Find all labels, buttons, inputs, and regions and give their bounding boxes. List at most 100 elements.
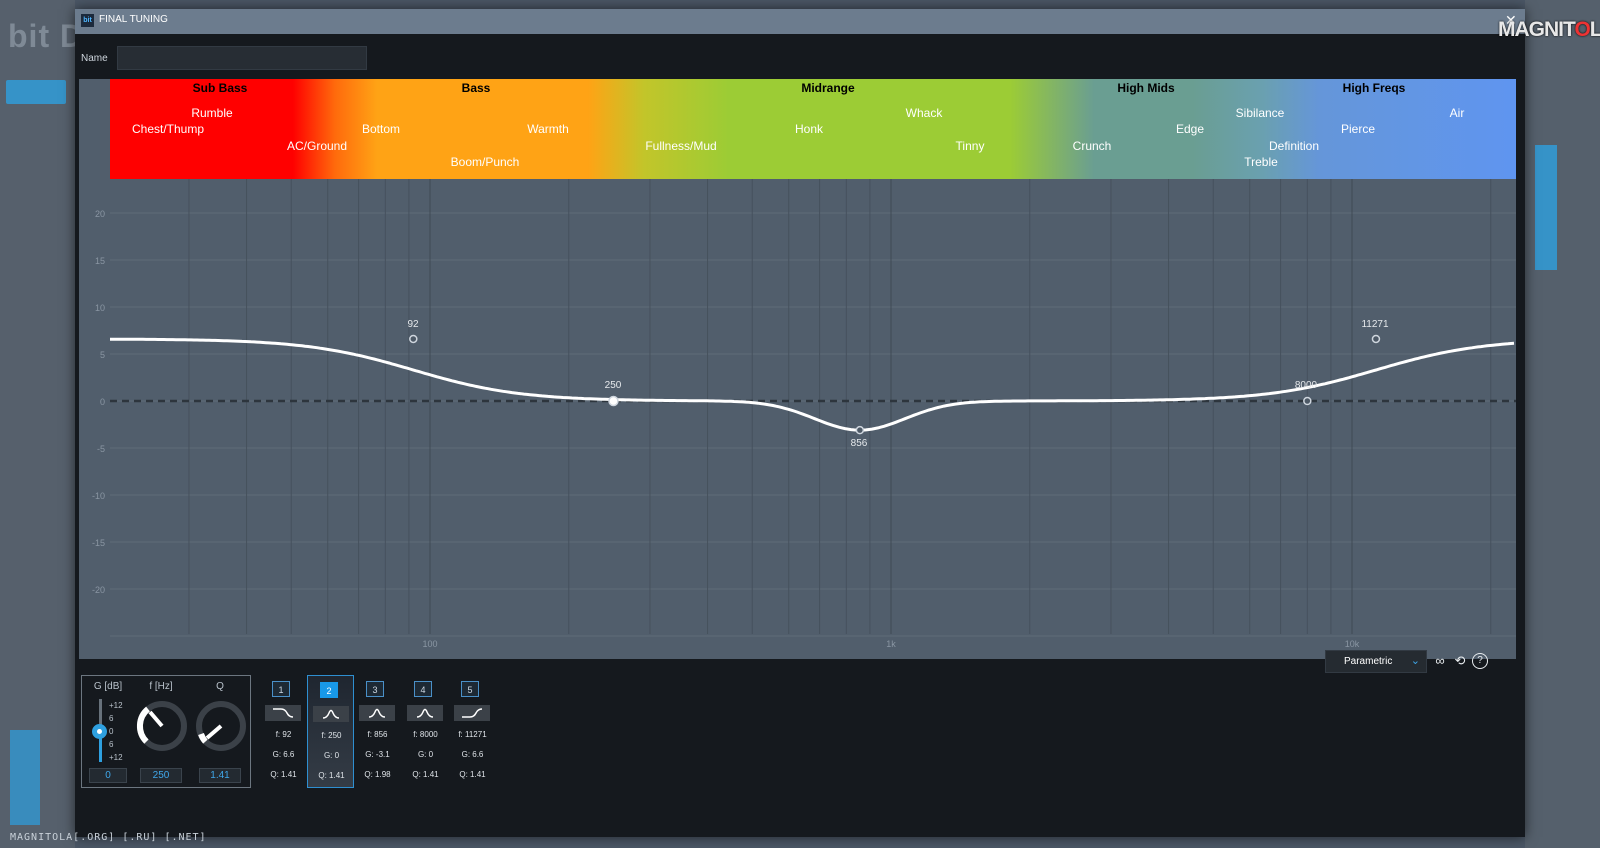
- filter-number[interactable]: 3: [366, 681, 384, 697]
- name-input[interactable]: [117, 46, 367, 70]
- reset-icon[interactable]: ⟲: [1451, 652, 1469, 670]
- slider-tick-label: 0: [109, 727, 114, 736]
- eq-control-point-4: [1303, 396, 1312, 406]
- eq-point-label-5: 11271: [1361, 319, 1389, 330]
- help-icon[interactable]: ?: [1472, 653, 1488, 669]
- background-sidebar: [0, 0, 75, 848]
- filter-gain: G: 6.6: [272, 750, 295, 759]
- band-label-air: Air: [1449, 106, 1465, 120]
- filter-gain: G: 0: [323, 751, 340, 760]
- filter-q: Q: 1.98: [364, 770, 391, 779]
- frequency-label: f [Hz]: [149, 681, 173, 692]
- filter-q: Q: 1.41: [270, 770, 297, 779]
- band-label-sibilance: Sibilance: [1235, 106, 1285, 120]
- band-label-fullness-mud: Fullness/Mud: [645, 139, 717, 153]
- mode-select[interactable]: Parametric ⌄: [1325, 650, 1427, 673]
- band-header-high-freqs: High Freqs: [1342, 81, 1406, 95]
- q-knob[interactable]: [193, 698, 249, 754]
- filter-frequency: f: 856: [367, 730, 388, 739]
- frequency-value-field[interactable]: 250: [140, 768, 182, 783]
- y-tick-label: 5: [99, 350, 105, 360]
- filter-band-5[interactable]: 5 f: 11271 G: 6.6 Q: 1.41: [449, 675, 496, 788]
- y-tick-label: 20: [94, 209, 105, 219]
- y-tick-label: -10: [91, 491, 105, 501]
- eq-control-point-1: [409, 334, 418, 344]
- q-value-field[interactable]: 1.41: [199, 768, 241, 783]
- band-label-honk: Honk: [794, 122, 824, 136]
- filter-number[interactable]: 4: [414, 681, 432, 697]
- filter-frequency: f: 250: [321, 731, 342, 740]
- filter-q: Q: 1.41: [459, 770, 486, 779]
- band-label-chest-thump: Chest/Thump: [131, 122, 205, 136]
- eq-graph[interactable]: Sub Bass Bass Midrange High Mids High Fr…: [79, 79, 1516, 659]
- background-level-slider: [1535, 145, 1557, 270]
- band-label-edge: Edge: [1175, 122, 1205, 136]
- name-label: Name: [81, 53, 108, 64]
- app-icon: bit: [81, 14, 94, 27]
- peak-icon[interactable]: [359, 705, 395, 721]
- band-label-boom-punch: Boom/Punch: [450, 155, 520, 169]
- slider-tick-label: +12: [109, 701, 123, 710]
- band-header-sub-bass: Sub Bass: [192, 81, 248, 95]
- eq-point-label-3: 856: [850, 438, 868, 449]
- band-label-warmth: Warmth: [527, 122, 569, 136]
- filter-band-2[interactable]: 2 f: 250 G: 0 Q: 1.41: [307, 675, 354, 788]
- filter-band-3[interactable]: 3 f: 856 G: -3.1 Q: 1.98: [354, 675, 401, 788]
- band-label-ac-ground: AC/Ground: [286, 139, 348, 153]
- link-icon[interactable]: ∞: [1431, 652, 1449, 670]
- background-right-panel: [1525, 0, 1600, 848]
- band-label-whack: Whack: [905, 106, 943, 120]
- band-header-high-mids: High Mids: [1117, 81, 1175, 95]
- eq-control-point-5: [1371, 334, 1381, 344]
- eq-control-point-2: [608, 395, 619, 407]
- low-shelf-icon[interactable]: [265, 705, 301, 721]
- slider-tick-label: 6: [109, 714, 114, 723]
- filter-number[interactable]: 1: [272, 681, 290, 697]
- frequency-knob[interactable]: [134, 698, 190, 754]
- band-header-midrange: Midrange: [801, 81, 855, 95]
- filter-number[interactable]: 5: [461, 681, 479, 697]
- window-title: FINAL TUNING: [99, 14, 168, 25]
- filter-control-panel: G [dB] f [Hz] Q +12 6 0 6 +12 0 250 1.41: [81, 675, 251, 788]
- background-volume-slider: [10, 730, 40, 825]
- band-label-tinny: Tinny: [955, 139, 985, 153]
- filter-frequency: f: 8000: [413, 730, 438, 739]
- band-label-definition: Definition: [1268, 139, 1320, 153]
- gain-slider-handle[interactable]: [92, 724, 107, 739]
- filter-gain: G: -3.1: [365, 750, 390, 759]
- y-tick-label: -20: [91, 585, 105, 595]
- x-tick-label: 10k: [1344, 639, 1360, 649]
- band-label-treble: Treble: [1244, 155, 1278, 169]
- background-brand: bit D: [8, 18, 85, 54]
- band-label-crunch: Crunch: [1072, 139, 1112, 153]
- q-label: Q: [216, 681, 224, 692]
- filter-band-1[interactable]: 1 f: 92 G: 6.6 Q: 1.41: [260, 675, 307, 788]
- watermark-logo: MAGNITOLA: [1498, 18, 1600, 41]
- final-tuning-dialog: bit FINAL TUNING ✕ Name Sub Bass Bass Mi…: [75, 9, 1525, 837]
- filter-band-4[interactable]: 4 f: 8000 G: 0 Q: 1.41: [402, 675, 449, 788]
- filter-gain: G: 6.6: [461, 750, 484, 759]
- gain-label: G [dB]: [93, 681, 123, 692]
- filter-frequency: f: 11271: [458, 730, 487, 739]
- slider-tick-label: 6: [109, 740, 114, 749]
- background-button: [6, 80, 66, 104]
- band-label-bottom: Bottom: [361, 122, 401, 136]
- filter-number[interactable]: 2: [320, 682, 338, 698]
- chevron-down-icon: ⌄: [1410, 655, 1420, 667]
- frequency-band-strip: Sub Bass Bass Midrange High Mids High Fr…: [110, 79, 1516, 179]
- titlebar: bit FINAL TUNING ✕: [75, 9, 1525, 34]
- high-shelf-icon[interactable]: [454, 705, 490, 721]
- x-tick-label: 1k: [886, 639, 896, 649]
- eq-point-label-4: 8000: [1294, 380, 1318, 391]
- y-tick-label: -15: [91, 538, 105, 548]
- y-tick-label: 15: [94, 256, 105, 266]
- band-label-pierce: Pierce: [1340, 122, 1376, 136]
- band-header-bass: Bass: [461, 81, 491, 95]
- filter-gain: G: 0: [417, 750, 434, 759]
- filter-frequency: f: 92: [275, 730, 292, 739]
- peak-icon[interactable]: [407, 705, 443, 721]
- mode-select-value: Parametric: [1344, 656, 1393, 667]
- gain-value-field[interactable]: 0: [89, 768, 127, 783]
- y-tick-label: 0: [99, 397, 105, 407]
- peak-icon[interactable]: [313, 706, 349, 722]
